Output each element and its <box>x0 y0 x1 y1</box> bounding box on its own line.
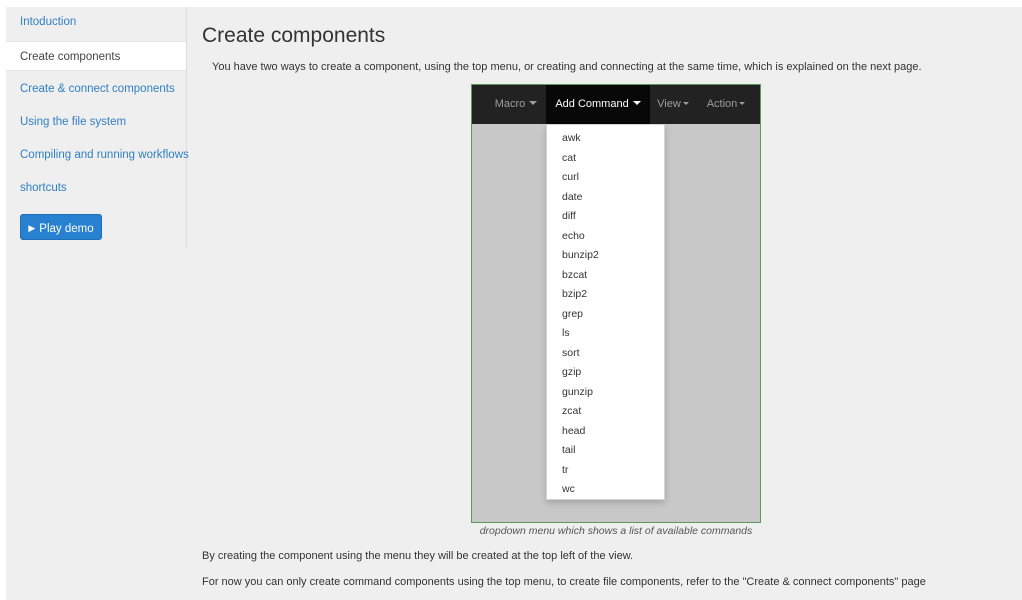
play-demo-button[interactable]: ▶ Play demo <box>20 214 102 240</box>
command-tail[interactable]: tail <box>547 441 664 461</box>
add-command-dropdown: awk cat curl date diff echo bunzip2 bzca… <box>546 124 665 500</box>
command-ls[interactable]: ls <box>547 324 664 344</box>
sidebar-item-create-connect-components[interactable]: Create & connect components <box>6 74 186 104</box>
chevron-down-icon <box>529 101 538 105</box>
menu-macro-label: Macro <box>494 98 526 110</box>
command-sort[interactable]: sort <box>547 344 664 364</box>
figure-navbar: Macro Add Command View Action <box>472 85 760 124</box>
command-curl[interactable]: curl <box>547 168 664 188</box>
sidebar-item-introduction[interactable]: Intoduction <box>6 7 186 37</box>
page-title: Create components <box>202 24 386 47</box>
menu-action-label: Action <box>706 98 738 110</box>
command-zcat[interactable]: zcat <box>547 402 664 422</box>
sidebar-item-shortcuts[interactable]: shortcuts <box>6 173 186 203</box>
command-grep[interactable]: grep <box>547 305 664 325</box>
command-bzip2[interactable]: bzip2 <box>547 285 664 305</box>
dropdown-screenshot-figure: Macro Add Command View Action awk cat cu… <box>471 84 761 523</box>
sidebar-item-compiling-workflows[interactable]: Compiling and running workflows <box>6 140 189 170</box>
paragraph-file-components: For now you can only create command comp… <box>202 576 926 588</box>
command-gunzip[interactable]: gunzip <box>547 383 664 403</box>
play-demo-label: Play demo <box>39 223 94 235</box>
paragraph-menu-creation: By creating the component using the menu… <box>202 550 634 562</box>
page: Intoduction Create components Create & c… <box>0 0 1022 600</box>
sidebar-item-file-system[interactable]: Using the file system <box>6 107 186 137</box>
command-echo[interactable]: echo <box>547 227 664 247</box>
command-head[interactable]: head <box>547 422 664 442</box>
command-wc[interactable]: wc <box>547 480 664 500</box>
command-diff[interactable]: diff <box>547 207 664 227</box>
menu-view[interactable]: View <box>650 85 696 124</box>
sidebar: Intoduction Create components Create & c… <box>6 7 189 250</box>
menu-add-command-label: Add Command <box>555 98 629 110</box>
chevron-down-icon <box>682 102 689 105</box>
command-cat[interactable]: cat <box>547 149 664 169</box>
menu-macro[interactable]: Macro <box>486 85 546 124</box>
menu-view-label: View <box>657 98 681 110</box>
sidebar-item-create-components[interactable]: Create components <box>6 41 186 71</box>
command-awk[interactable]: awk <box>547 129 664 149</box>
command-gzip[interactable]: gzip <box>547 363 664 383</box>
command-bzcat[interactable]: bzcat <box>547 266 664 286</box>
command-tr[interactable]: tr <box>547 461 664 481</box>
command-date[interactable]: date <box>547 188 664 208</box>
play-icon: ▶ <box>28 223 36 233</box>
figure-caption: dropdown menu which shows a list of avai… <box>479 525 753 537</box>
chevron-down-icon <box>739 102 746 105</box>
menu-action[interactable]: Action <box>700 85 752 124</box>
chevron-down-icon <box>632 101 641 105</box>
intro-text: You have two ways to create a component,… <box>212 61 922 73</box>
menu-add-command[interactable]: Add Command <box>546 85 650 124</box>
command-bunzip2[interactable]: bunzip2 <box>547 246 664 266</box>
